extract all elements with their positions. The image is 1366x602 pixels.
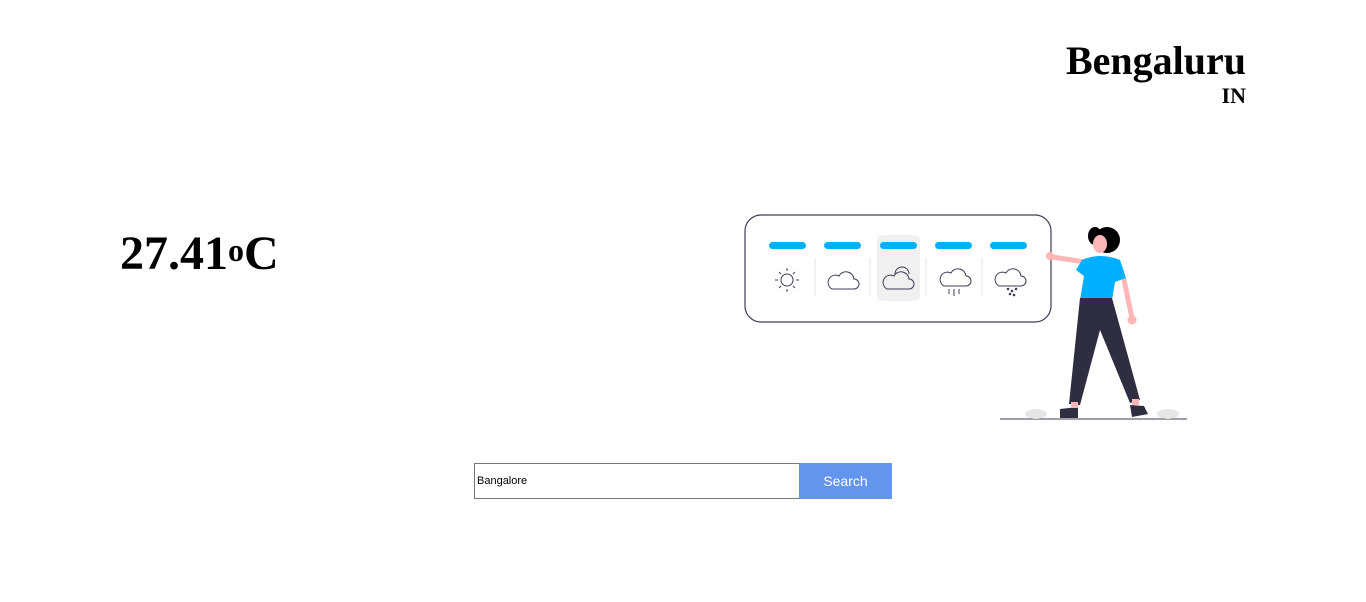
weather-page: Bengaluru IN 27.41oC Bangalore Search (0, 0, 1366, 602)
temperature-value: 27.41 (120, 227, 228, 280)
search-button[interactable]: Search (799, 463, 892, 499)
city-name: Bengaluru (1065, 38, 1246, 83)
search-bar: Search (474, 463, 892, 499)
temperature-display: 27.41oC (120, 224, 279, 284)
weather-illustration (744, 214, 1187, 420)
temperature-unit: C (244, 227, 279, 280)
location-block: Bengaluru IN (1066, 38, 1246, 108)
forecast-bar (769, 242, 806, 249)
forecast-bar (990, 242, 1027, 249)
person-figure (1046, 227, 1148, 418)
degree-symbol: o (228, 232, 244, 268)
country-code: IN (1221, 83, 1246, 108)
forecast-bar (824, 242, 861, 249)
forecast-bar (935, 242, 972, 249)
search-input[interactable] (474, 463, 799, 499)
